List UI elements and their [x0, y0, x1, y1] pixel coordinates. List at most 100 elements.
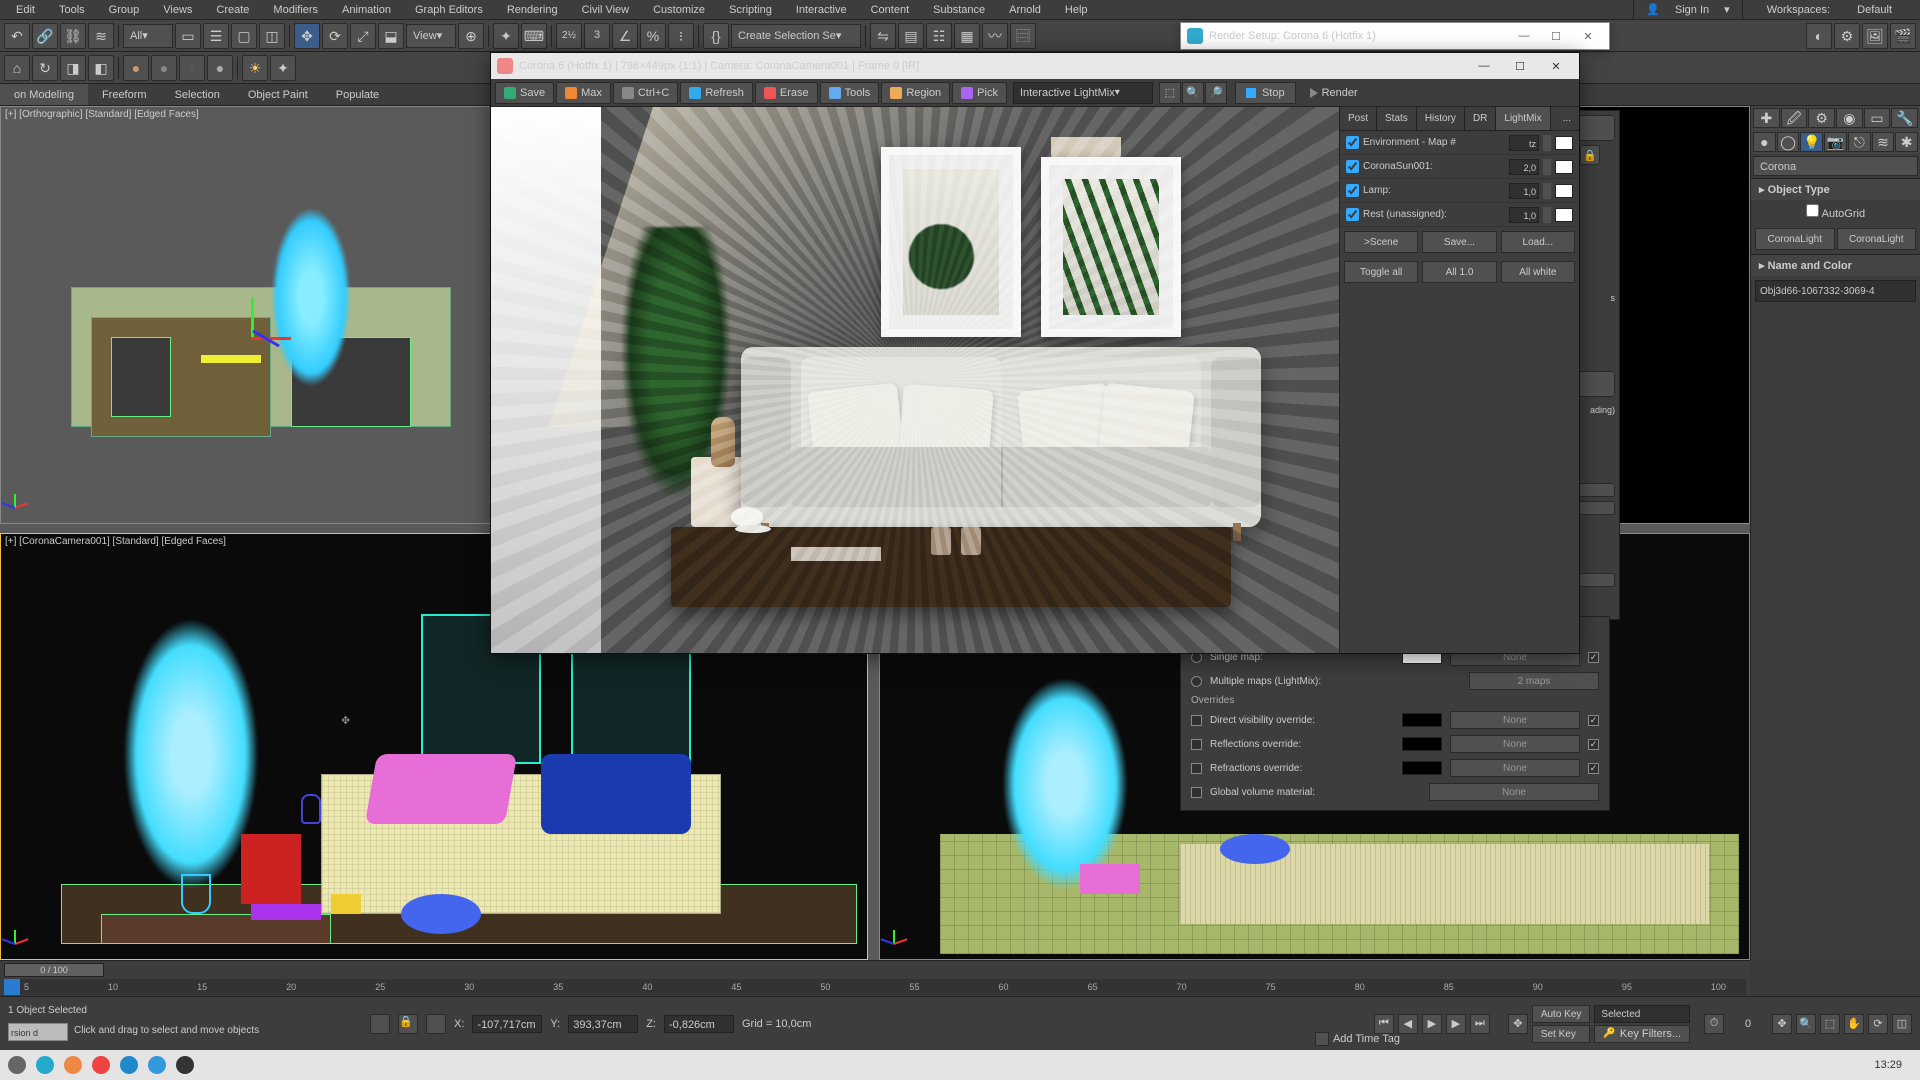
lightmix-enable-checkbox[interactable]: [1346, 208, 1359, 221]
vfb-refresh-button[interactable]: Refresh: [680, 82, 753, 104]
display-tab-icon[interactable]: ▭: [1864, 108, 1891, 128]
menu-group[interactable]: Group: [97, 0, 152, 20]
menu-rendering[interactable]: Rendering: [495, 0, 570, 20]
add-time-tag[interactable]: Add Time Tag: [1315, 1032, 1400, 1046]
vfb-tabs-more-icon[interactable]: ...: [1555, 107, 1579, 130]
lightmix-value-input[interactable]: 1,0: [1509, 207, 1539, 223]
select-object-icon[interactable]: ▭: [175, 23, 201, 49]
lightmix-all1-button[interactable]: All 1.0: [1422, 261, 1496, 283]
snap-2d-icon[interactable]: 2½: [556, 23, 582, 49]
edit-selection-set-icon[interactable]: {}: [703, 23, 729, 49]
goto-end-icon[interactable]: ⏭: [1470, 1014, 1490, 1034]
key-target-dropdown[interactable]: Selected: [1594, 1005, 1690, 1023]
menu-edit[interactable]: Edit: [4, 0, 47, 20]
render-frame-icon[interactable]: 🖼: [1862, 23, 1888, 49]
ref-coord-dropdown[interactable]: View ▾: [406, 24, 456, 48]
menu-grapheditors[interactable]: Graph Editors: [403, 0, 495, 20]
ribbon-tab-populate[interactable]: Populate: [322, 84, 393, 105]
menu-customize[interactable]: Customize: [641, 0, 717, 20]
sphere-3-icon[interactable]: ●: [179, 55, 205, 81]
vfb-save-button[interactable]: Save: [495, 82, 554, 104]
spinner-snap-icon[interactable]: ⁝: [668, 23, 694, 49]
unlink-icon[interactable]: ⛓: [60, 23, 86, 49]
vfb-mode-dropdown[interactable]: Interactive LightMix ▾: [1013, 82, 1153, 104]
lightmix-allwhite-button[interactable]: All white: [1501, 261, 1575, 283]
timeline-thumb[interactable]: [4, 979, 20, 995]
menu-help[interactable]: Help: [1053, 0, 1100, 20]
menu-modifiers[interactable]: Modifiers: [261, 0, 330, 20]
name-color-rollout[interactable]: Name and Color: [1751, 254, 1920, 276]
vfb-copy-button[interactable]: Ctrl+C: [613, 82, 678, 104]
direct-override-checkbox[interactable]: [1191, 715, 1202, 726]
radio-multi-maps[interactable]: [1191, 676, 1202, 687]
zoom-icon[interactable]: 🔍: [1796, 1014, 1816, 1034]
maximize-viewport-icon[interactable]: ◫: [1892, 1014, 1912, 1034]
spacewarps-icon[interactable]: ≋: [1872, 132, 1895, 152]
lightmix-value-input[interactable]: tz: [1509, 135, 1539, 151]
align-icon[interactable]: ▤: [898, 23, 924, 49]
color-swatch[interactable]: [1555, 136, 1573, 150]
ribbon-tab-objectpaint[interactable]: Object Paint: [234, 84, 322, 105]
taskbar-app-icon[interactable]: [92, 1056, 110, 1074]
mirror-icon[interactable]: ⇋: [870, 23, 896, 49]
geometry-icon[interactable]: ●: [1753, 132, 1776, 152]
helpers-icon[interactable]: ⎋: [1848, 132, 1871, 152]
schematic-view-icon[interactable]: ⿳: [1010, 23, 1036, 49]
utilities-tab-icon[interactable]: 🔧: [1891, 108, 1918, 128]
map-none-button[interactable]: None: [1450, 711, 1580, 729]
spinner-icon[interactable]: [1543, 183, 1551, 199]
select-manipulate-icon[interactable]: ✦: [493, 23, 519, 49]
color-swatch[interactable]: [1402, 737, 1442, 751]
render-production-icon[interactable]: 🎬: [1890, 23, 1916, 49]
select-place-icon[interactable]: ⬓: [378, 23, 404, 49]
script-listener[interactable]: rsion d: [8, 1023, 68, 1041]
play-icon[interactable]: ▶: [1422, 1014, 1442, 1034]
enable-checkbox[interactable]: [1588, 763, 1599, 774]
menu-scripting[interactable]: Scripting: [717, 0, 784, 20]
enable-checkbox[interactable]: [1588, 715, 1599, 726]
snap-3d-icon[interactable]: 3: [584, 23, 610, 49]
lock-selection-icon[interactable]: 🔒: [398, 1014, 418, 1034]
shapes-icon[interactable]: ◯: [1777, 132, 1800, 152]
vfb-render-button[interactable]: Render: [1302, 82, 1366, 104]
ribbon-tab-selection[interactable]: Selection: [161, 84, 234, 105]
goto-start-icon[interactable]: ⏮: [1374, 1014, 1394, 1034]
lightmix-value-input[interactable]: 2,0: [1509, 159, 1539, 175]
menu-create[interactable]: Create: [204, 0, 261, 20]
maximize-icon[interactable]: ☐: [1541, 27, 1571, 45]
menu-civilview[interactable]: Civil View: [570, 0, 641, 20]
sphere-4-icon[interactable]: ●: [207, 55, 233, 81]
modify-tab-icon[interactable]: 🖉: [1781, 108, 1808, 128]
absolute-mode-icon[interactable]: [426, 1014, 446, 1034]
menu-arnold[interactable]: Arnold: [997, 0, 1053, 20]
hierarchy-tab-icon[interactable]: ⚙: [1808, 108, 1835, 128]
zoom-all-icon[interactable]: ⬚: [1820, 1014, 1840, 1034]
vfb-stop-button[interactable]: Stop: [1235, 82, 1296, 104]
lightmix-enable-checkbox[interactable]: [1346, 136, 1359, 149]
current-frame-field[interactable]: 0: [1728, 1018, 1768, 1030]
windows-taskbar[interactable]: 13:29: [0, 1050, 1920, 1080]
corona-vfb-window[interactable]: Corona 6 (Hotfix 1) | 798×449px (1:1) | …: [490, 52, 1580, 654]
spinner-icon[interactable]: [1543, 135, 1551, 151]
x-field[interactable]: -107,717cm: [472, 1015, 542, 1033]
viewport-label[interactable]: [+] [CoronaCamera001] [Standard] [Edged …: [5, 536, 226, 547]
autokey-button[interactable]: Auto Key: [1532, 1005, 1591, 1023]
vfb-titlebar[interactable]: Corona 6 (Hotfix 1) | 798×449px (1:1) | …: [491, 53, 1579, 79]
perspective-icon[interactable]: ◨: [60, 55, 86, 81]
taskbar-app-icon[interactable]: [36, 1056, 54, 1074]
lightmix-enable-checkbox[interactable]: [1346, 160, 1359, 173]
select-rotate-icon[interactable]: ⟳: [322, 23, 348, 49]
lightmix-value-input[interactable]: 1,0: [1509, 183, 1539, 199]
autogrid-checkbox[interactable]: AutoGrid: [1806, 204, 1865, 220]
coronalight-button[interactable]: CoronaLight: [1755, 228, 1835, 250]
layer-explorer-icon[interactable]: ☷: [926, 23, 952, 49]
time-slider[interactable]: 0 / 100: [4, 963, 104, 977]
next-frame-icon[interactable]: ▶: [1446, 1014, 1466, 1034]
ortho-icon[interactable]: ◧: [88, 55, 114, 81]
lightmix-enable-checkbox[interactable]: [1346, 184, 1359, 197]
color-swatch[interactable]: [1402, 761, 1442, 775]
lights-icon[interactable]: 💡: [1800, 132, 1823, 152]
keyboard-shortcut-icon[interactable]: ⌨: [521, 23, 547, 49]
reset-icon[interactable]: ↻: [32, 55, 58, 81]
refr-override-checkbox[interactable]: [1191, 763, 1202, 774]
